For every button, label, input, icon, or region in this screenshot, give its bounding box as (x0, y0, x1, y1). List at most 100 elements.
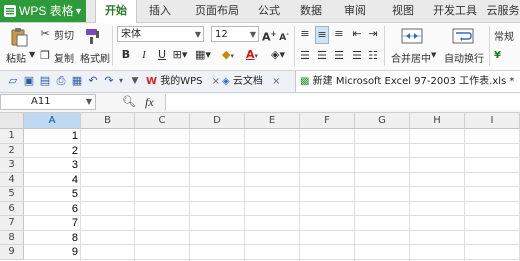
merge-center-icon[interactable] (401, 27, 423, 45)
paste-dropdown-icon[interactable]: ▼ (29, 50, 35, 59)
formula-input[interactable] (165, 94, 520, 110)
font-size-select[interactable]: 12 ▼ (211, 26, 259, 42)
tab-insert[interactable]: 插入 (143, 0, 177, 22)
column-header-a[interactable]: A (24, 113, 81, 129)
doc-tab-my-wps[interactable]: W 我的WPS × (146, 71, 220, 92)
clear-format-icon[interactable]: ◈▾ (268, 47, 288, 63)
cell-a4[interactable]: 4 (24, 173, 81, 188)
row-header-1[interactable]: 1 (0, 129, 24, 144)
number-format-select[interactable]: 常规 (494, 28, 514, 43)
cell-a2[interactable]: 2 (24, 144, 81, 159)
tab-review[interactable]: 审阅 (340, 0, 370, 22)
cell-a9[interactable]: 9 (24, 245, 81, 260)
align-right-icon[interactable]: ☰ (332, 48, 346, 64)
cell-a7[interactable]: 7 (24, 216, 81, 231)
align-middle-icon[interactable]: ≡ (315, 26, 329, 44)
merge-dropdown-icon[interactable]: ▼ (431, 51, 436, 59)
print-preview-icon[interactable]: ▦ (70, 74, 84, 88)
doc-tab-label: 云文档 (232, 76, 263, 87)
wrap-text-icon[interactable] (452, 27, 474, 45)
cell-style-icon[interactable]: ▦▾ (193, 47, 213, 63)
tab-cloud[interactable]: 云服务 (485, 0, 520, 22)
row-header-3[interactable]: 3 (0, 158, 24, 173)
new-file-icon[interactable]: ▱ (6, 74, 20, 88)
zoom-search-icon[interactable]: 🔍︎ (122, 95, 136, 108)
align-center-icon[interactable]: ☰ (315, 48, 329, 64)
cut-label[interactable]: 剪切 (54, 27, 74, 42)
tab-home[interactable]: 开始 (95, 0, 137, 23)
cell-a8[interactable]: 8 (24, 231, 81, 246)
indent-increase-icon[interactable]: ⇥ (366, 26, 380, 42)
tab-formulas[interactable]: 公式 (252, 0, 286, 22)
print-icon[interactable]: ⎙ (54, 74, 68, 88)
open-folder-icon[interactable]: ▤ (38, 74, 52, 88)
name-box[interactable]: A11 ▼ (0, 94, 96, 110)
column-header-g[interactable]: G (355, 113, 410, 129)
cell-a3[interactable]: 3 (24, 158, 81, 173)
column-header-i[interactable]: I (465, 113, 520, 129)
qa-dropdown-icon[interactable]: ▾ (114, 74, 128, 88)
currency-icon[interactable]: ¥ (494, 50, 501, 61)
align-left-icon[interactable]: ☰ (298, 48, 312, 64)
close-icon[interactable]: × (272, 76, 280, 87)
underline-icon[interactable]: U (155, 47, 169, 63)
border-icon[interactable]: ⊞▾ (170, 47, 190, 63)
grid-line (24, 157, 520, 158)
row-header-5[interactable]: 5 (0, 187, 24, 202)
tab-view[interactable]: 视图 (388, 0, 418, 22)
doc-tab-label: 我的WPS (160, 76, 203, 87)
align-top-icon[interactable]: ≡ (298, 26, 312, 42)
column-header-f[interactable]: F (300, 113, 355, 129)
grow-font-icon[interactable]: A+ (262, 26, 276, 46)
column-header-e[interactable]: E (245, 113, 300, 129)
tab-developer[interactable]: 开发工具 (430, 0, 480, 22)
format-painter-icon[interactable] (84, 27, 102, 45)
indent-decrease-icon[interactable]: ⇤ (350, 26, 364, 42)
justify-icon[interactable]: ☰ (350, 48, 364, 64)
save-icon[interactable]: ▣ (22, 74, 36, 88)
paste-label[interactable]: 粘贴 (6, 50, 26, 65)
bold-icon[interactable]: B (119, 47, 133, 63)
column-header-c[interactable]: C (135, 113, 190, 129)
row-header-7[interactable]: 7 (0, 216, 24, 231)
paste-icon[interactable] (9, 27, 29, 47)
spreadsheet-grid[interactable]: ABCDEFGHI 123456789 123456789 (0, 113, 520, 261)
shrink-font-icon[interactable]: A- (277, 27, 291, 46)
close-icon[interactable]: × (212, 76, 220, 87)
row-header-2[interactable]: 2 (0, 143, 24, 158)
doc-tab-active-workbook[interactable]: ▩ 新建 Microsoft Excel 97-2003 工作表.xls * (295, 71, 520, 92)
copy-icon[interactable]: ❐ (38, 48, 52, 64)
font-color-icon[interactable]: A▾ (242, 47, 262, 64)
row-header-8[interactable]: 8 (0, 230, 24, 245)
undo-icon[interactable]: ↶ (86, 74, 100, 88)
fill-color-icon[interactable]: ◆▾ (218, 47, 238, 64)
grid-line (24, 171, 520, 173)
spreadsheet-icon: ▩ (300, 76, 310, 87)
distribute-icon[interactable]: ☷ (366, 48, 380, 64)
tab-list-dropdown-icon[interactable]: ▼ (128, 74, 142, 88)
select-all-corner[interactable] (0, 113, 24, 129)
merge-center-label[interactable]: 合并居中 (391, 50, 431, 65)
fx-icon[interactable]: fx (145, 95, 154, 110)
cut-icon[interactable]: ✂ (38, 26, 52, 42)
chevron-down-icon: ▼ (249, 30, 256, 39)
app-menu-button[interactable]: WPS 表格 ▼ (0, 0, 86, 22)
column-header-b[interactable]: B (81, 113, 135, 129)
format-painter-label[interactable]: 格式刷 (80, 50, 110, 65)
align-bottom-icon[interactable]: ≡ (332, 26, 346, 42)
column-header-h[interactable]: H (410, 113, 465, 129)
cell-a1[interactable]: 1 (24, 129, 81, 144)
row-header-9[interactable]: 9 (0, 245, 24, 260)
row-header-6[interactable]: 6 (0, 201, 24, 216)
cell-a5[interactable]: 5 (24, 187, 81, 202)
row-header-4[interactable]: 4 (0, 172, 24, 187)
doc-tab-cloud[interactable]: ◈ 云文档 × (222, 71, 280, 92)
font-name-select[interactable]: 宋体 ▼ (117, 26, 204, 42)
copy-label[interactable]: 复制 (54, 50, 74, 65)
wrap-text-label[interactable]: 自动换行 (444, 50, 484, 65)
column-header-d[interactable]: D (190, 113, 245, 129)
tab-data[interactable]: 数据 (296, 0, 326, 22)
cell-a6[interactable]: 6 (24, 202, 81, 217)
tab-page-layout[interactable]: 页面布局 (189, 0, 245, 22)
italic-icon[interactable]: I (137, 47, 151, 63)
